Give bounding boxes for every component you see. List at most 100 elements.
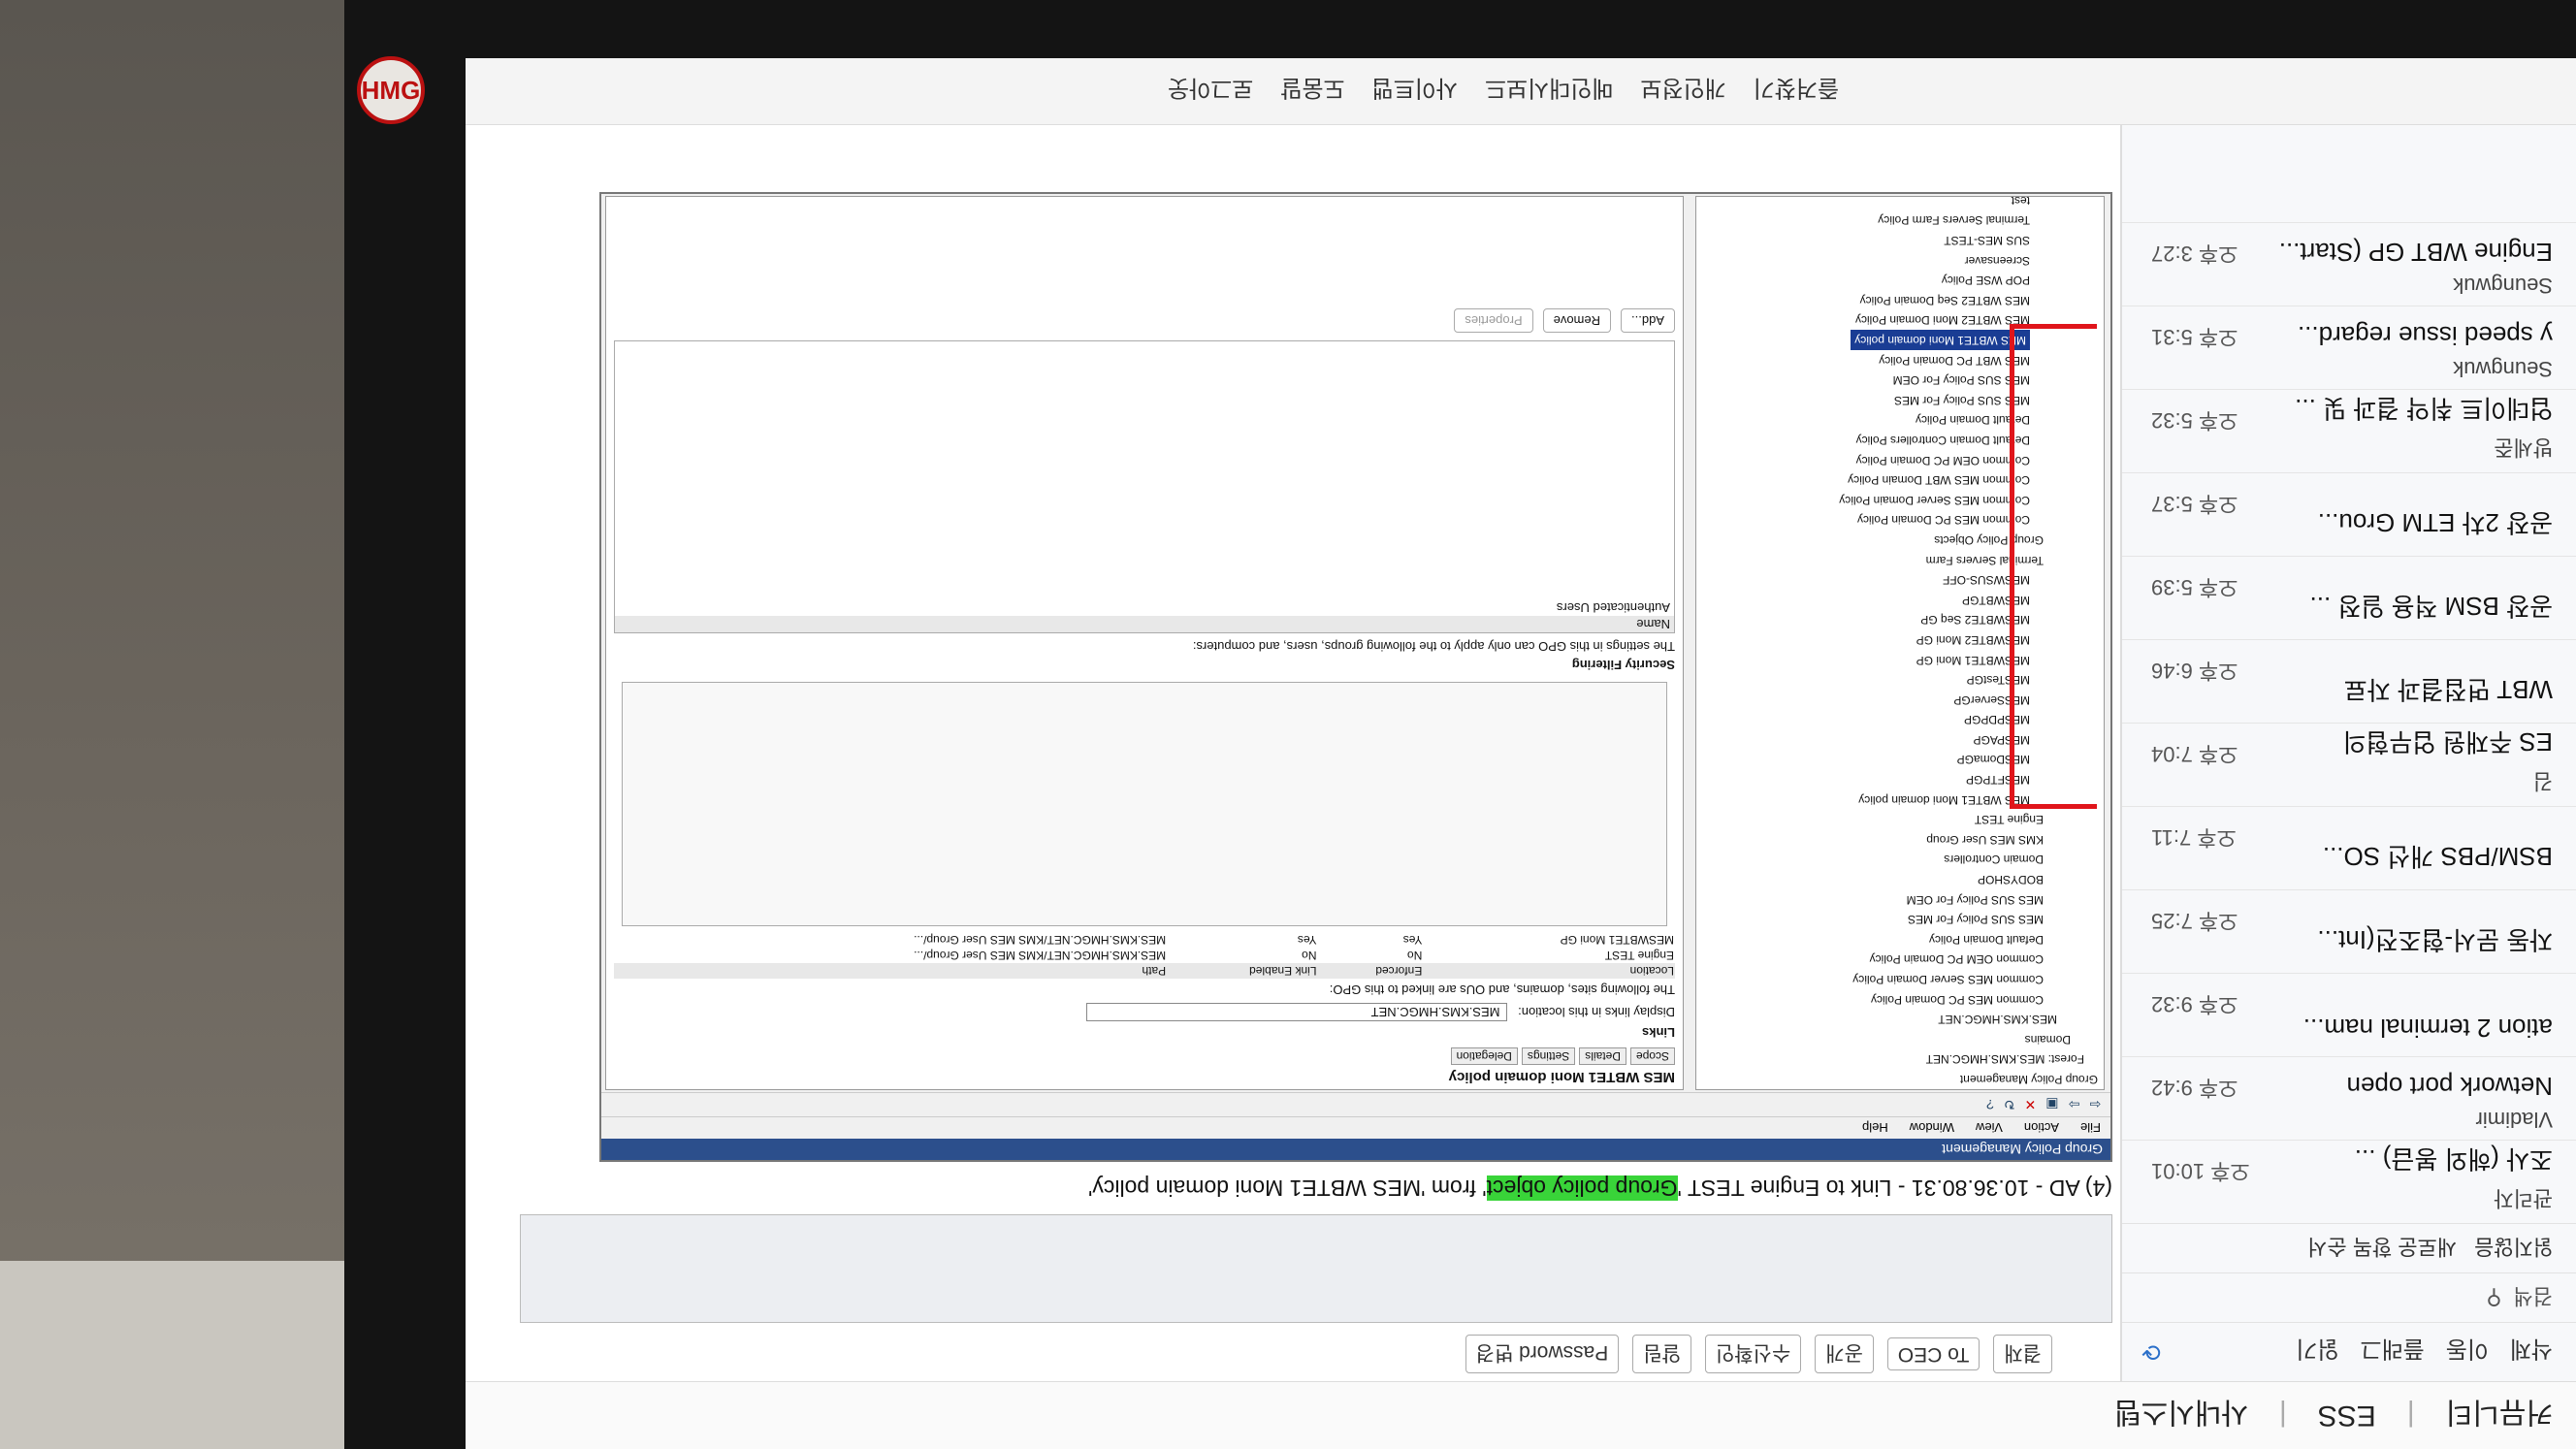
mail-list-pane: 삭제 이동 플래그 읽기 ⟳ 검색 ⚲ 읽지않음 새로운 항목 순서 관리자 조사… [2120, 125, 2576, 1381]
list-item[interactable]: Authenticated Users [615, 599, 1674, 616]
tree-node[interactable]: MES SUS Policy For OEM [1696, 889, 2104, 910]
bottom-navigation: 즐겨찾기 개인정보 메인대시보드 사이트맵 도움말 로그아웃 [466, 58, 2576, 125]
monitor-logo-sticker: HMG [357, 56, 425, 124]
tree-node[interactable]: Terminal Servers Farm Policy [1696, 210, 2104, 231]
tree-node[interactable]: BODYSHOP [1696, 869, 2104, 889]
security-list: Name Authenticated Users [614, 340, 1675, 633]
mail-sender: 김 [2532, 769, 2553, 793]
remove-button[interactable]: Remove [1542, 308, 1612, 333]
password-change-button[interactable]: Password 변경 [1465, 1335, 1620, 1373]
add-button[interactable]: Add... [1621, 308, 1675, 333]
forward-icon[interactable]: ⇨ [2069, 1097, 2080, 1113]
gpm-title-bar: Group Policy Management [601, 1139, 2110, 1160]
tree-node[interactable]: Forest: MES.KMS.HMGC.NET [1696, 1049, 2104, 1070]
mail-search[interactable]: 검색 ⚲ [2122, 1272, 2576, 1322]
mail-time: 오후 6:46 [2151, 659, 2238, 683]
mail-item[interactable]: Seungwuk y speed issue regard... 오후 5:31 [2122, 306, 2576, 389]
menu-view[interactable]: View [1976, 1121, 2003, 1136]
bottom-nav-item[interactable]: 로그아웃 [1168, 75, 1253, 109]
mail-time: 오후 5:37 [2151, 492, 2238, 516]
bottom-nav-item[interactable]: 사이트맵 [1372, 75, 1458, 109]
gpo-tabs: Scope Details Settings Delegation [606, 1047, 1683, 1065]
links-section: Links Display links in this location: ME… [606, 301, 1683, 1047]
tab-details[interactable]: Details [1579, 1047, 1626, 1065]
tab-scope[interactable]: Scope [1629, 1047, 1675, 1065]
public-button[interactable]: 공개 [1815, 1335, 1874, 1373]
mail-item[interactable]: BSM/PBS 개선 SO... 오후 7:11 [2122, 806, 2576, 889]
bottom-nav-item[interactable]: 개인정보 [1640, 75, 1725, 109]
tree-node[interactable]: MES SUS Policy For MES [1696, 910, 2104, 930]
tab-settings[interactable]: Settings [1521, 1047, 1576, 1065]
red-annotation-bracket [2010, 324, 2097, 809]
nav-internal-system[interactable]: 사내시스템 [2114, 1395, 2248, 1437]
tree-node[interactable]: Common MES PC Domain Policy [1696, 989, 2104, 1010]
mail-time: 오후 10:01 [2151, 1159, 2250, 1183]
tree-node[interactable]: Default Domain Policy [1696, 929, 2104, 950]
folder-icon[interactable]: ▣ [2045, 1097, 2058, 1113]
approval-button[interactable]: 결재 [1993, 1335, 2052, 1373]
menu-window[interactable]: Window [1910, 1121, 1954, 1136]
tree-node[interactable]: Screensaver [1696, 250, 2104, 271]
help-icon[interactable]: ? [1986, 1097, 1994, 1112]
table-row[interactable]: Engine TEST No No MES.KMS.HMGC.NET/KMS MES … [614, 948, 1675, 963]
flag-button[interactable]: 플래그 [2360, 1336, 2424, 1369]
tree-node[interactable]: test [1696, 196, 2104, 210]
delete-button[interactable]: 삭제 [2510, 1336, 2553, 1369]
mail-sender: Vladimir [2475, 1108, 2553, 1132]
notify-button[interactable]: 알림 [1632, 1335, 1691, 1373]
tree-node[interactable]: SUS MES-TEST [1696, 230, 2104, 250]
properties-button[interactable]: Properties [1454, 308, 1533, 333]
location-select[interactable]: MES.KMS.HMGC.NET [1085, 1003, 1507, 1021]
read-button[interactable]: 읽기 [2296, 1336, 2338, 1369]
embedded-scroll-area[interactable] [520, 1214, 2112, 1323]
gpo-details-pane: MES WBTE1 Moni domain policy Scope Detai… [605, 196, 1684, 1090]
mail-item[interactable]: 방세준 업데이트 취약 결과 및 ... 오후 5:32 [2122, 389, 2576, 472]
table-row[interactable]: MESWBTE1 Moni GP Yes Yes MES.KMS.HMGC.NET/K… [614, 932, 1675, 948]
bottom-nav-item[interactable]: 메인대시보드 [1485, 75, 1613, 109]
tab-delegation[interactable]: Delegation [1450, 1047, 1518, 1065]
tree-node[interactable]: Engine TEST [1696, 810, 2104, 830]
mail-sender: 관리자 [2494, 1186, 2553, 1210]
to-ceo-button[interactable]: To CEO [1886, 1337, 1980, 1370]
search-icon[interactable]: ⚲ [2486, 1285, 2501, 1310]
move-button[interactable]: 이동 [2446, 1336, 2489, 1369]
mail-item[interactable]: 자동 문서-협조전(Int... 오후 7:25 [2122, 889, 2576, 973]
refresh-icon[interactable]: ⟳ [2141, 1338, 2161, 1367]
sort-order[interactable]: 새로운 항목 순서 [2307, 1233, 2457, 1264]
tree-node[interactable]: Common MES Server Domain Policy [1696, 969, 2104, 989]
gpm-menu-bar: File Action View Window Help [601, 1116, 2110, 1139]
nav-ess[interactable]: ESS [2318, 1400, 2376, 1433]
menu-action[interactable]: Action [2024, 1121, 2059, 1136]
search-input[interactable]: 검색 [2514, 1282, 2553, 1313]
nav-community[interactable]: 커뮤니티 [2446, 1395, 2553, 1437]
mail-time: 오후 9:42 [2151, 1076, 2238, 1100]
tree-node[interactable]: MES WBTE2 Seq Domain Policy [1696, 290, 2104, 310]
back-icon[interactable]: ⇦ [2089, 1097, 2101, 1113]
mail-item[interactable]: WBT 면접결과 자료 오후 6:46 [2122, 639, 2576, 723]
mail-item[interactable]: 김 ES 주재원 업무협의 오후 7:04 [2122, 723, 2576, 806]
tree-node[interactable]: Group Policy Management [1696, 1069, 2104, 1089]
mail-time: 오후 9:32 [2151, 992, 2238, 1016]
bottom-nav-item[interactable]: 즐겨찾기 [1754, 75, 1839, 109]
tree-node[interactable]: Common OEM PC Domain Policy [1696, 950, 2104, 970]
mail-item[interactable]: 관리자 조사 (해외 봉급) ... 오후 10:01 [2122, 1140, 2576, 1223]
mail-item[interactable]: Vladimir Network port open 오후 9:42 [2122, 1056, 2576, 1140]
top-navigation: 커뮤니티 | ESS | 사내시스템 [466, 1381, 2576, 1449]
mail-item[interactable]: ation 2 terminal nam... 오후 9:32 [2122, 973, 2576, 1056]
mail-item[interactable]: 공장 BSM 적용 일정 ... 오후 5:39 [2122, 556, 2576, 639]
content-toolbar: 결재 To CEO 공개 수신확인 알림 Password 변경 [466, 1327, 2120, 1381]
tree-node[interactable]: KMS MES User Group [1696, 829, 2104, 850]
menu-file[interactable]: File [2080, 1121, 2101, 1136]
tree-node[interactable]: POP WSE Policy [1696, 271, 2104, 291]
delete-icon[interactable]: ✕ [2025, 1097, 2037, 1113]
tree-node[interactable]: Domain Controllers [1696, 850, 2104, 870]
read-receipt-button[interactable]: 수신확인 [1704, 1335, 1802, 1373]
refresh-icon[interactable]: ↻ [2004, 1097, 2015, 1113]
tree-node[interactable]: Domains [1696, 1029, 2104, 1049]
mail-item[interactable]: 공장 2차 ETM Grou... 오후 5:37 [2122, 472, 2576, 556]
tree-node[interactable]: MES.KMS.HMGC.NET [1696, 1010, 2104, 1030]
menu-help[interactable]: Help [1862, 1121, 1888, 1136]
bottom-nav-item[interactable]: 도움말 [1280, 75, 1344, 109]
mail-item[interactable]: Seungwuk Engine WBT GP (Start... 오후 3:27 [2122, 222, 2576, 306]
filter-unread[interactable]: 읽지않음 [2474, 1233, 2553, 1264]
